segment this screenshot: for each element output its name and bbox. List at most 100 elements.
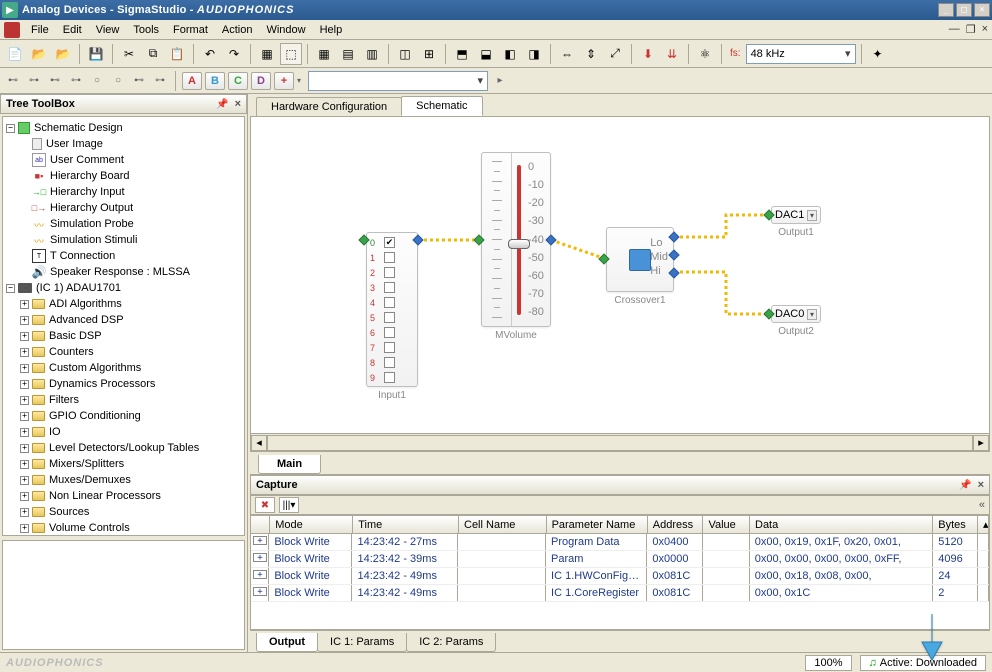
paste-button[interactable]: 📋 xyxy=(166,43,188,65)
redo-button[interactable]: ↷ xyxy=(223,43,245,65)
pointer-button[interactable]: ⬚ xyxy=(280,43,302,65)
col-addr[interactable]: Address xyxy=(648,516,704,533)
menu-format[interactable]: Format xyxy=(166,22,215,38)
tree-item[interactable]: 〰Simulation Probe xyxy=(6,216,241,232)
size1-button[interactable]: ⇔ xyxy=(556,43,578,65)
letter-a-button[interactable]: A xyxy=(182,72,202,90)
col-mode[interactable]: Mode xyxy=(270,516,353,533)
tree-item[interactable]: TT Connection xyxy=(6,248,241,264)
align3-button[interactable]: ◧ xyxy=(499,43,521,65)
menu-window[interactable]: Window xyxy=(259,22,312,38)
tree-root-ic1[interactable]: −(IC 1) ADAU1701 xyxy=(6,280,241,296)
tree-folder[interactable]: +Level Detectors/Lookup Tables xyxy=(6,440,241,456)
tree-folder[interactable]: +Sources xyxy=(6,504,241,520)
tree-root-schematic[interactable]: −Schematic Design xyxy=(6,120,241,136)
conn4-icon[interactable]: ⊶ xyxy=(67,72,85,90)
capture-columns-button[interactable]: |||▾ xyxy=(279,497,299,513)
expand-icon[interactable]: + xyxy=(253,536,267,545)
tree-folder[interactable]: +GPIO Conditioning xyxy=(6,408,241,424)
conn7-icon[interactable]: ⊷ xyxy=(130,72,148,90)
layout3-button[interactable]: ▥ xyxy=(361,43,383,65)
tree-item[interactable]: →□Hierarchy Input xyxy=(6,184,241,200)
input-checkbox[interactable] xyxy=(384,342,395,353)
undo-button[interactable]: ↶ xyxy=(199,43,221,65)
tab-hardware[interactable]: Hardware Configuration xyxy=(256,97,402,116)
letter-b-button[interactable]: B xyxy=(205,72,225,90)
save-button[interactable]: 💾 xyxy=(85,43,107,65)
input-checkbox[interactable] xyxy=(384,372,395,383)
input-checkbox[interactable] xyxy=(384,312,395,323)
layout1-button[interactable]: ▦ xyxy=(313,43,335,65)
tree-folder[interactable]: +Filters xyxy=(6,392,241,408)
compile-button[interactable]: ⬇ xyxy=(637,43,659,65)
capture-clear-button[interactable]: ✖ xyxy=(255,497,275,513)
mdi-restore-button[interactable]: ❐ xyxy=(966,23,976,36)
plus-button[interactable]: + xyxy=(274,72,294,90)
col-data[interactable]: Data xyxy=(750,516,933,533)
letter-c-button[interactable]: C xyxy=(228,72,248,90)
tab-ic2[interactable]: IC 2: Params xyxy=(406,633,496,652)
capture-close-icon[interactable]: × xyxy=(978,479,984,491)
scatter-button[interactable]: ✦ xyxy=(867,43,889,65)
menu-tools[interactable]: Tools xyxy=(126,22,166,38)
conn8-icon[interactable]: ⊶ xyxy=(151,72,169,90)
size3-button[interactable]: ⤢ xyxy=(604,43,626,65)
maximize-button[interactable]: □ xyxy=(956,3,972,17)
volume-block[interactable]: 0-10-20-30-40-50-60-70-80 xyxy=(481,152,551,327)
grid1-button[interactable]: ▦ xyxy=(256,43,278,65)
tree-folder[interactable]: +Custom Algorithms xyxy=(6,360,241,376)
col-scroll[interactable]: ▴ xyxy=(978,516,989,533)
pin-icon[interactable]: 📌 xyxy=(216,99,228,110)
crossover-block[interactable]: Lo Mid Hi xyxy=(606,227,674,292)
tree-folder[interactable]: +Dynamics Processors xyxy=(6,376,241,392)
letter-d-button[interactable]: D xyxy=(251,72,271,90)
win1-button[interactable]: ◫ xyxy=(394,43,416,65)
capture-grid[interactable]: Mode Time Cell Name Parameter Name Addre… xyxy=(250,515,990,630)
conn1-icon[interactable]: ⊷ xyxy=(4,72,22,90)
output1-block[interactable]: DAC1 xyxy=(771,206,821,224)
tree-folder[interactable]: +Advanced DSP xyxy=(6,312,241,328)
tree-item[interactable]: User Image xyxy=(6,136,241,152)
zoom-indicator[interactable]: 100% xyxy=(805,655,851,671)
tree-item[interactable]: abUser Comment xyxy=(6,152,241,168)
tree-item[interactable]: □→Hierarchy Output xyxy=(6,200,241,216)
tab-ic1[interactable]: IC 1: Params xyxy=(317,633,407,652)
sample-rate-combo[interactable]: 48 kHz xyxy=(746,44,856,64)
tree-folder[interactable]: +Basic DSP xyxy=(6,328,241,344)
new-button[interactable]: 📄 xyxy=(4,43,26,65)
input-row[interactable]: 1 xyxy=(367,250,417,265)
open-button[interactable]: 📂 xyxy=(28,43,50,65)
close-button[interactable]: × xyxy=(974,3,990,17)
align4-button[interactable]: ◨ xyxy=(523,43,545,65)
conn6-icon[interactable]: ○ xyxy=(109,72,127,90)
col-value[interactable]: Value xyxy=(703,516,750,533)
input-checkbox[interactable] xyxy=(384,357,395,368)
output2-block[interactable]: DAC0 xyxy=(771,305,821,323)
volume-slider-thumb[interactable] xyxy=(508,239,530,249)
col-time[interactable]: Time xyxy=(353,516,459,533)
col-bytes[interactable]: Bytes xyxy=(933,516,978,533)
menu-view[interactable]: View xyxy=(89,22,127,38)
menu-action[interactable]: Action xyxy=(215,22,260,38)
input-checkbox[interactable] xyxy=(384,327,395,338)
capture-row[interactable]: + Block Write 14:23:42 - 49ms IC 1.HWCon… xyxy=(251,568,989,585)
net-button[interactable]: ⚛ xyxy=(694,43,716,65)
input-block[interactable]: 0✔123456789 xyxy=(366,232,418,387)
col-cell[interactable]: Cell Name xyxy=(459,516,547,533)
tree-item[interactable]: 〰Simulation Stimuli xyxy=(6,232,241,248)
go-button[interactable]: ▸ xyxy=(491,72,509,90)
menu-help[interactable]: Help xyxy=(313,22,350,38)
input-row[interactable]: 7 xyxy=(367,340,417,355)
minimize-button[interactable]: _ xyxy=(938,3,954,17)
conn5-icon[interactable]: ○ xyxy=(88,72,106,90)
input-checkbox[interactable] xyxy=(384,297,395,308)
mdi-close-button[interactable]: × xyxy=(982,23,988,36)
download-button[interactable]: ⇊ xyxy=(661,43,683,65)
expand-icon[interactable]: + xyxy=(253,570,267,579)
align1-button[interactable]: ⬒ xyxy=(451,43,473,65)
input-checkbox[interactable] xyxy=(384,267,395,278)
input-row[interactable]: 2 xyxy=(367,265,417,280)
capture-collapse-icon[interactable]: « xyxy=(979,499,985,511)
input-row[interactable]: 5 xyxy=(367,310,417,325)
tree-folder[interactable]: +Non Linear Processors xyxy=(6,488,241,504)
